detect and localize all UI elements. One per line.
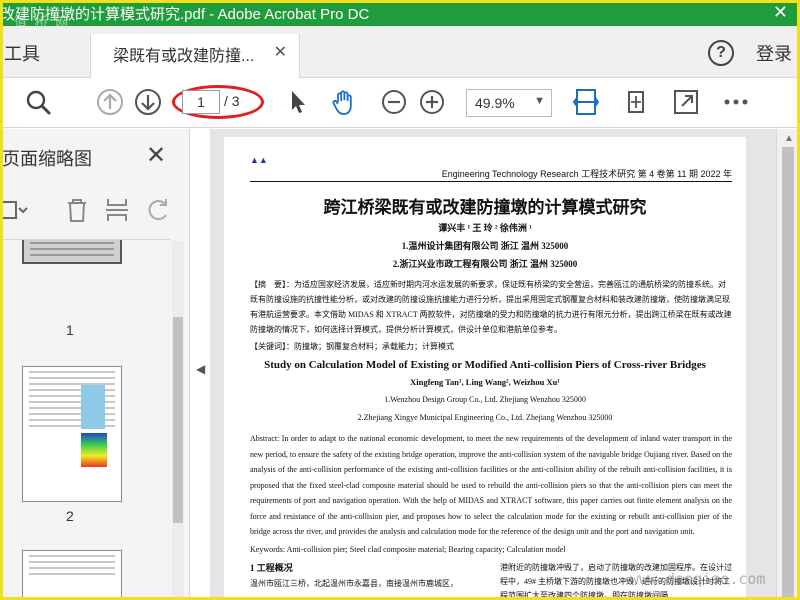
- bottom-watermark: www.daoqiao.com: [630, 570, 766, 588]
- extract-page-icon[interactable]: [102, 195, 132, 225]
- zoom-select[interactable]: 49.9% ▼: [466, 89, 552, 117]
- thumbnail-figure: [81, 433, 107, 467]
- zoom-in-icon[interactable]: [418, 88, 446, 116]
- thumbnail-scrollbar-thumb[interactable]: [173, 317, 183, 523]
- fit-width-icon[interactable]: [572, 88, 600, 116]
- page-number-input[interactable]: 1: [182, 90, 220, 114]
- chinese-keywords: 【关键词】：防撞墩；钢覆复合材料；承载能力；计算模式: [250, 342, 454, 351]
- journal-logo-icon: ▲▲: [250, 155, 268, 165]
- journal-header: Engineering Technology Research 工程技术研究 第…: [441, 169, 732, 179]
- thumbnail-pane-title: 页面缩略图: [2, 149, 92, 169]
- thumbnail-page-number: 2: [66, 508, 74, 524]
- document-view[interactable]: ▲▲ Engineering Technology Research 工程技术研…: [210, 129, 776, 600]
- chinese-authors: 谭兴丰 ¹ 王 玲 ² 徐伟洲 ¹: [438, 223, 532, 233]
- thumbnail-page-1[interactable]: [22, 240, 122, 264]
- document-scrollbar[interactable]: ▲: [776, 129, 800, 600]
- thumbnail-toolbar: [0, 185, 190, 235]
- tab-tools[interactable]: 工具: [4, 40, 40, 66]
- english-keywords: Keywords: Anti-collision pier; Steel cla…: [250, 545, 566, 554]
- login-button[interactable]: 登录: [756, 40, 792, 66]
- chinese-title: 跨江桥梁既有或改建防撞墩的计算模式研究: [323, 198, 647, 218]
- page-total: / 3: [224, 93, 240, 109]
- tab-close-icon[interactable]: ✕: [274, 42, 287, 62]
- thumbnail-scrollbar[interactable]: [172, 241, 184, 600]
- select-cursor-icon[interactable]: [284, 88, 312, 116]
- thumbnail-page-2[interactable]: [22, 366, 122, 502]
- delete-page-icon[interactable]: [62, 195, 92, 225]
- english-affiliation-2: 2.Zhejiang Xingye Municipal Engineering …: [357, 413, 613, 422]
- thumbnail-pane: 页面缩略图 ✕ 1 2: [0, 129, 190, 600]
- english-affiliation-1: 1.Wenzhou Design Group Co., Ltd. Zhejian…: [384, 395, 586, 404]
- thumbnail-page-3[interactable]: [22, 550, 122, 600]
- chinese-affiliation-1: 1.温州设计集团有限公司 浙江 温州 325000: [401, 241, 569, 251]
- zoom-out-icon[interactable]: [380, 88, 408, 116]
- previous-page-icon[interactable]: [96, 88, 124, 116]
- pdf-page: ▲▲ Engineering Technology Research 工程技术研…: [224, 137, 746, 600]
- body-column-left: 温州市瓯江三桥，北起温州市永嘉县，南接温州市鹿城区，: [250, 579, 458, 588]
- chinese-affiliation-2: 2.浙江兴业市政工程有限公司 浙江 温州 325000: [392, 259, 578, 269]
- chevron-down-icon: ▼: [534, 95, 545, 107]
- title-bar: 改建防撞墩的计算模式研究.pdf - Adobe Acrobat Pro DC …: [0, 0, 800, 30]
- document-scrollbar-thumb[interactable]: [782, 147, 794, 600]
- close-icon[interactable]: ✕: [146, 141, 166, 170]
- full-screen-icon[interactable]: [672, 88, 700, 116]
- english-title: Study on Calculation Model of Existing o…: [264, 359, 706, 371]
- thumbnail-page-number: 1: [66, 322, 74, 338]
- section-heading: 1 工程概况: [250, 563, 293, 573]
- thumbnail-list: 1 2: [0, 239, 170, 600]
- thumbnail-options-icon[interactable]: [0, 195, 30, 225]
- tab-document-label: 梁既有或改建防撞...: [113, 48, 255, 65]
- rotate-icon[interactable]: [144, 195, 174, 225]
- search-icon[interactable]: [24, 88, 52, 116]
- tab-bar: 工具 梁既有或改建防撞... ✕ ? 登录: [0, 26, 800, 78]
- tab-document[interactable]: 梁既有或改建防撞... ✕: [90, 34, 300, 78]
- next-page-icon[interactable]: [134, 88, 162, 116]
- main-toolbar: 1 / 3 49.9% ▼: [0, 78, 800, 128]
- thumbnail-figure: [81, 385, 105, 429]
- help-icon[interactable]: ?: [708, 40, 734, 66]
- more-options-icon[interactable]: [722, 88, 750, 116]
- hand-tool-icon[interactable]: [330, 88, 358, 116]
- english-authors: Xingfeng Tan¹, Ling Wang², Weizhou Xu¹: [410, 377, 560, 387]
- zoom-value: 49.9%: [475, 95, 515, 111]
- header-rule: [250, 181, 732, 182]
- english-abstract: Abstract: In order to adapt to the natio…: [250, 434, 732, 536]
- chinese-abstract: 【摘 要】：为适应国家经济发展，适应新时期内河水运发展的新要求，保证既有桥梁的安…: [250, 280, 732, 334]
- collapse-pane-icon[interactable]: ◀: [196, 362, 205, 376]
- rotate-page-icon[interactable]: [622, 88, 650, 116]
- scroll-up-icon[interactable]: ▲: [784, 133, 794, 144]
- window-close-icon[interactable]: ✕: [773, 2, 788, 23]
